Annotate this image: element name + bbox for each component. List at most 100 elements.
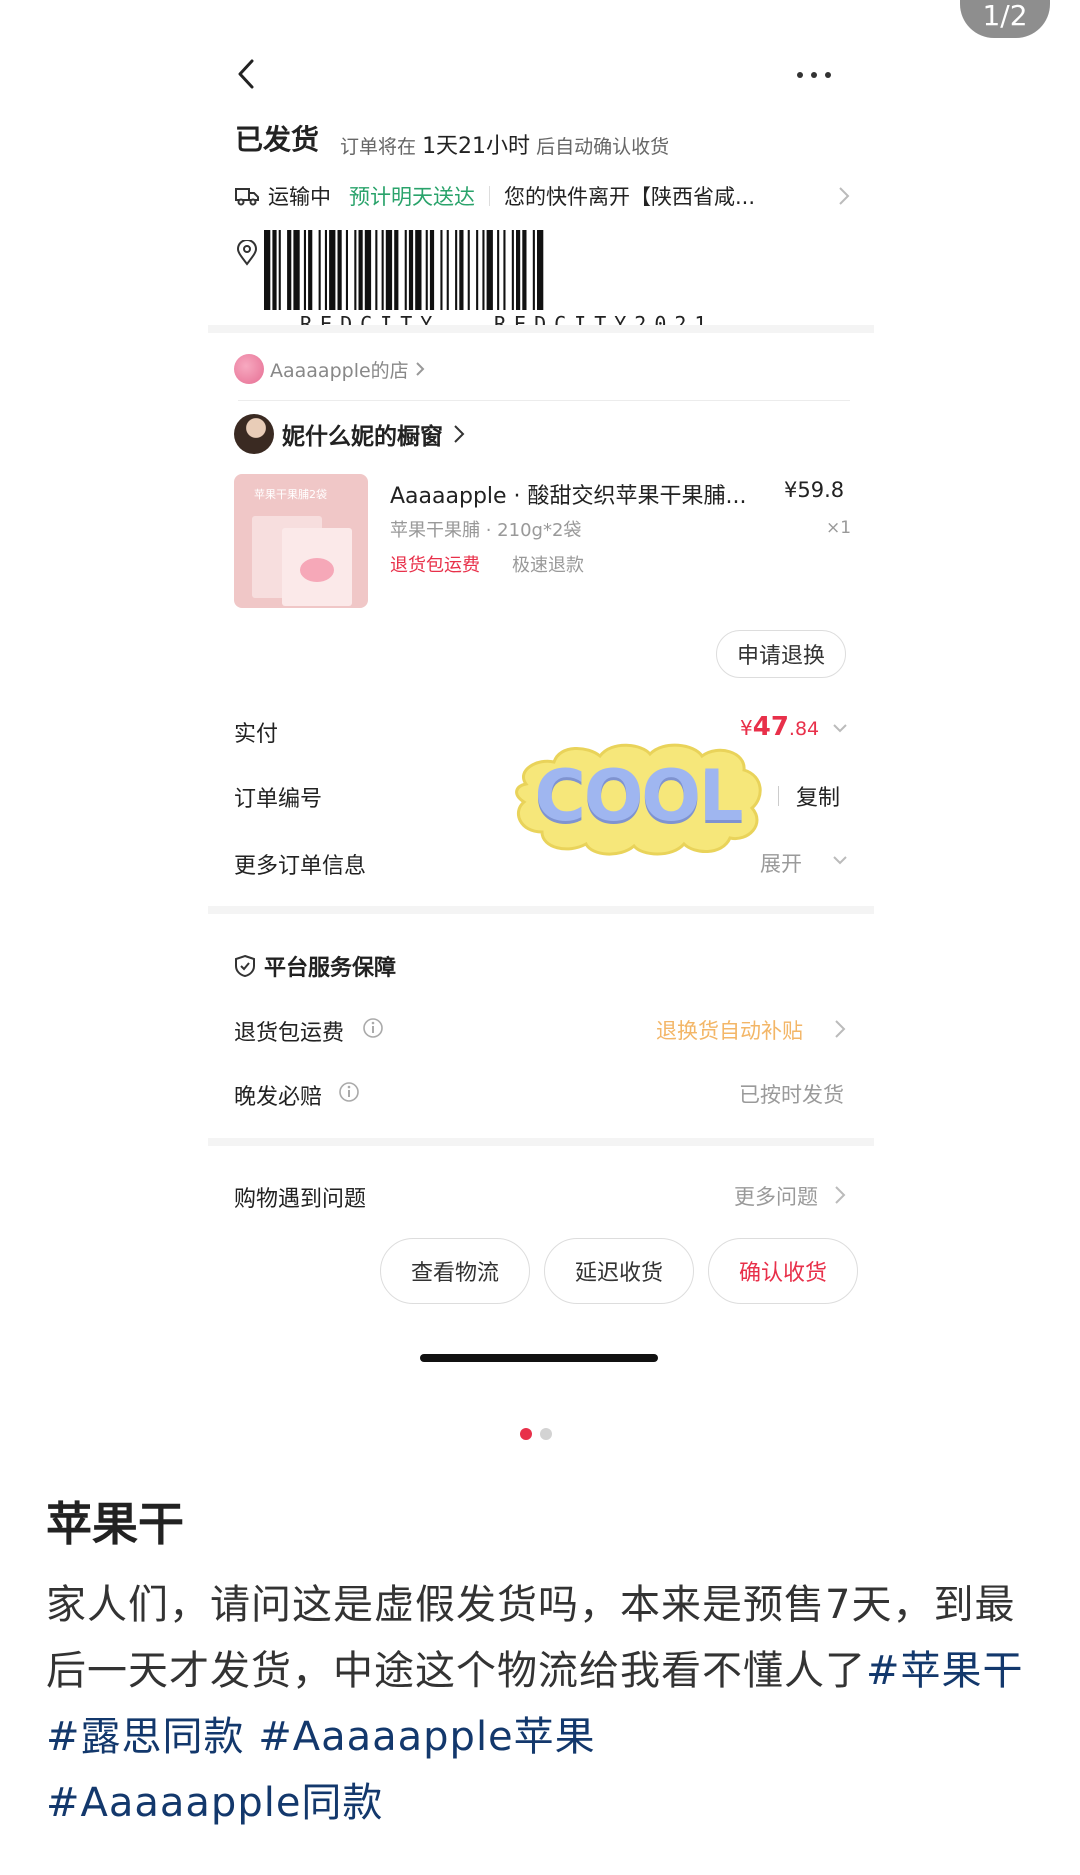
section-divider xyxy=(208,325,874,333)
section-divider xyxy=(208,1138,874,1146)
view-logistics-button[interactable]: 查看物流 xyxy=(380,1238,530,1304)
post-title: 苹果干 xyxy=(46,1497,184,1551)
barcode-bar xyxy=(354,230,357,310)
auto-confirm-hint: 订单将在 1天21小时 后自动确认收货 xyxy=(340,128,669,160)
barcode-bar xyxy=(329,230,336,310)
product-spec: 苹果干果脯 · 210g*2袋 xyxy=(390,520,582,541)
apple-graphic xyxy=(300,558,334,582)
barcode-bar xyxy=(497,230,500,310)
image-page-counter: 1/2 xyxy=(960,0,1050,38)
showcase-name: 妮什么妮的橱窗 xyxy=(282,424,443,450)
confirm-receipt-button[interactable]: 确认收货 xyxy=(708,1238,858,1304)
barcode-bar xyxy=(415,230,422,310)
barcode-bar xyxy=(476,230,479,310)
more-icon[interactable] xyxy=(795,70,835,80)
more-problems-link[interactable]: 更多问题 xyxy=(700,1181,818,1211)
hint-suffix: 后自动确认收货 xyxy=(536,136,670,158)
carousel-dot-active[interactable] xyxy=(520,1428,532,1440)
service-row-label: 退货包运费 xyxy=(234,1021,345,1046)
chevron-down-icon[interactable] xyxy=(832,854,848,866)
barcode-bar xyxy=(440,230,443,310)
barcode-bar xyxy=(455,230,458,310)
barcode-bar xyxy=(308,230,313,310)
paid-label: 实付 xyxy=(234,722,279,747)
barcode-bar xyxy=(408,230,414,310)
chevron-right-icon xyxy=(415,361,425,377)
page-counter-text: 1/2 xyxy=(982,0,1028,32)
shop-name: Aaaaapple的店 xyxy=(270,359,409,382)
barcode-bar xyxy=(522,230,527,310)
barcode-bar xyxy=(278,230,281,310)
product-price: ¥59.8 xyxy=(784,478,845,502)
delay-receipt-button[interactable]: 延迟收货 xyxy=(544,1238,694,1304)
hashtag-link[interactable]: #Aaaaapple同款 xyxy=(46,1780,383,1826)
more-order-info-label: 更多订单信息 xyxy=(234,854,367,879)
hashtag-link[interactable]: #Aaaaapple苹果 xyxy=(258,1714,595,1760)
divider xyxy=(238,400,850,401)
logistics-eta: 预计明天送达 xyxy=(349,185,475,209)
chevron-right-icon xyxy=(834,1185,846,1205)
barcode-bar xyxy=(503,230,506,310)
post-body: 家人们，请问这是虚假发货吗，本来是预售7天，到最后一天才发货，中途这个物流给我看… xyxy=(46,1572,1031,1836)
order-number-label: 订单编号 xyxy=(234,787,323,812)
barcode-bar xyxy=(446,230,449,310)
info-icon[interactable] xyxy=(362,1017,384,1039)
apply-refund-button[interactable]: 申请退换 xyxy=(716,630,846,678)
barcode-bar xyxy=(459,230,464,310)
barcode-sticker xyxy=(264,230,764,310)
avatar xyxy=(234,414,274,454)
barcode-bar xyxy=(364,230,372,310)
hashtag-link[interactable]: #露思同款 xyxy=(46,1714,245,1760)
cool-sticker: COOL xyxy=(508,732,768,862)
shop-avatar xyxy=(234,354,264,384)
barcode-bar xyxy=(486,230,493,310)
copy-button[interactable]: 复制 xyxy=(796,780,840,812)
barcode-bar xyxy=(429,230,435,310)
chevron-right-icon xyxy=(838,186,850,206)
barcode-bar xyxy=(425,230,428,310)
barcode-bar xyxy=(511,230,514,310)
barcode-bar xyxy=(324,230,327,310)
barcode-bar xyxy=(404,230,407,310)
chevron-right-icon xyxy=(834,1019,846,1039)
service-row-value[interactable]: 退换货自动补贴 xyxy=(656,1015,803,1045)
home-indicator xyxy=(420,1354,658,1362)
barcode-bar xyxy=(467,230,470,310)
back-icon[interactable] xyxy=(232,56,262,92)
hashtag-link[interactable]: #苹果干 xyxy=(866,1648,1024,1694)
sticker-text: COOL xyxy=(534,755,744,837)
hint-prefix: 订单将在 xyxy=(340,136,417,158)
carousel-dot[interactable] xyxy=(540,1428,552,1440)
carousel-dots xyxy=(520,1428,552,1440)
barcode-bar xyxy=(337,230,342,310)
thumbnail-caption: 苹果干果脯2袋 xyxy=(254,488,327,501)
barcode-bar xyxy=(482,230,485,310)
barcode-bar xyxy=(385,230,393,310)
logistics-row[interactable]: 运输中 预计明天送达 您的快件离开【陕西省咸... xyxy=(234,178,850,214)
showcase-link[interactable]: 妮什么妮的橱窗 xyxy=(234,414,465,454)
location-pin-icon xyxy=(236,240,258,266)
truck-icon xyxy=(234,185,260,207)
barcode-bar xyxy=(516,230,521,310)
barcode-bar xyxy=(272,230,277,310)
product-thumbnail[interactable]: 苹果干果脯2袋 xyxy=(234,474,368,608)
barcode-bar xyxy=(303,230,306,310)
barcode-bar xyxy=(318,230,321,310)
paid-dec: .84 xyxy=(788,718,820,740)
tag-fast-refund: 极速退款 xyxy=(512,555,584,576)
product-title[interactable]: Aaaaapple · 酸甜交织苹果干果脯... xyxy=(390,478,747,510)
service-title: 平台服务保障 xyxy=(264,956,397,981)
info-icon[interactable] xyxy=(338,1081,360,1103)
section-divider xyxy=(208,906,874,914)
expand-label[interactable]: 展开 xyxy=(760,848,820,878)
chevron-down-icon[interactable] xyxy=(832,722,848,734)
shop-link[interactable]: Aaaaapple的店 xyxy=(234,354,425,384)
barcode-bar xyxy=(532,230,535,310)
logistics-state: 运输中 xyxy=(268,185,331,209)
product-qty: ×1 xyxy=(826,518,852,538)
barcode-bar xyxy=(375,230,378,310)
divider xyxy=(778,786,779,806)
barcode-bar xyxy=(287,230,292,310)
service-row-value: 已按时发货 xyxy=(739,1083,844,1107)
barcode-bar xyxy=(358,230,363,310)
